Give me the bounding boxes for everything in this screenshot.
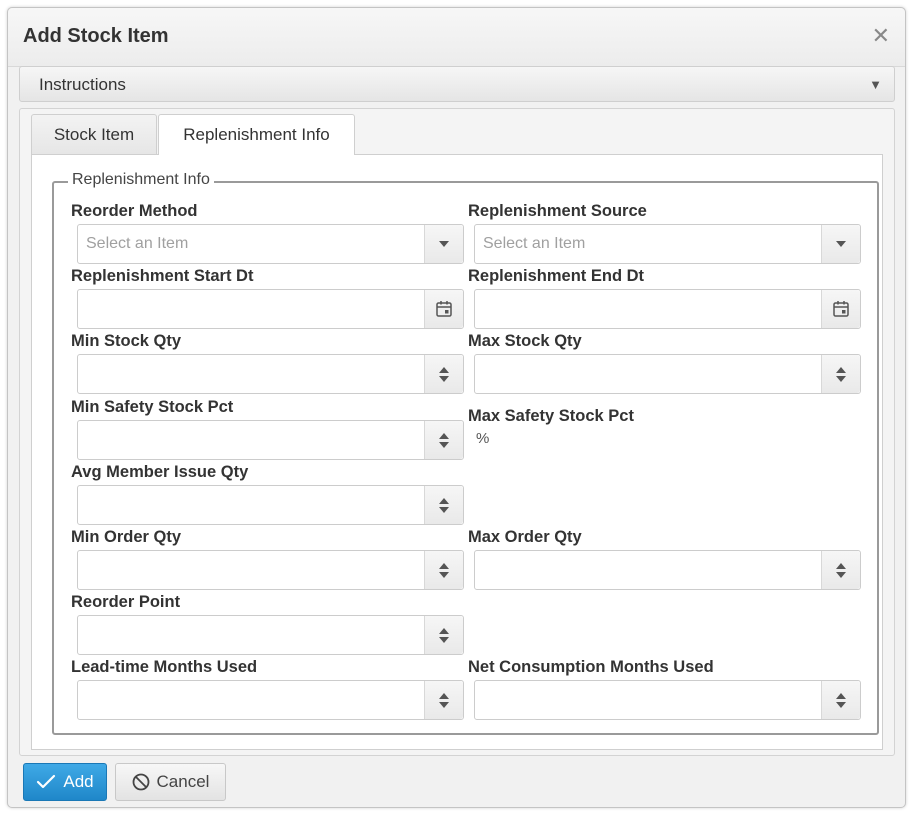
spin-up-icon (836, 562, 846, 569)
replenishment-start-dt-input[interactable] (78, 290, 423, 328)
add-button-label: Add (63, 772, 94, 791)
replenishment-start-dt-field[interactable] (77, 289, 464, 329)
replenishment-source-label: Replenishment Source (468, 202, 647, 220)
spin-up-icon (439, 627, 449, 634)
reorder-method-input[interactable] (78, 225, 423, 263)
fieldset-legend: Replenishment Info (68, 171, 214, 189)
lead-time-months-used-field[interactable] (77, 680, 464, 720)
min-order-qty-label: Min Order Qty (71, 528, 182, 546)
dialog-titlebar: Add Stock Item ✕ (8, 8, 905, 67)
calendar-button[interactable] (821, 290, 860, 328)
reorder-point-input[interactable] (78, 616, 423, 654)
tab-replenishment-info[interactable]: Replenishment Info (158, 114, 355, 155)
close-icon[interactable]: ✕ (872, 25, 890, 47)
lead-time-months-used-input[interactable] (78, 681, 423, 719)
spinner-button[interactable] (424, 486, 463, 524)
calendar-button[interactable] (424, 290, 463, 328)
spin-up-icon (439, 562, 449, 569)
spin-down-icon (439, 701, 449, 708)
min-order-qty-field[interactable] (77, 550, 464, 590)
lead-time-months-used-label: Lead-time Months Used (71, 658, 258, 676)
min-stock-qty-input[interactable] (78, 355, 423, 393)
min-order-qty-input[interactable] (78, 551, 423, 589)
spinner-button[interactable] (424, 681, 463, 719)
reorder-method-select[interactable] (77, 224, 464, 264)
add-button[interactable]: Add (23, 763, 107, 801)
cancel-button-label: Cancel (156, 772, 210, 791)
caret-down-icon: ▼ (869, 77, 882, 92)
min-safety-stock-pct-input[interactable] (78, 421, 423, 459)
spin-down-icon (439, 506, 449, 513)
check-icon (37, 774, 56, 789)
reorder-point-label: Reorder Point (71, 593, 181, 611)
spinner-button[interactable] (424, 551, 463, 589)
cancel-button[interactable]: Cancel (115, 763, 226, 801)
spin-down-icon (439, 375, 449, 382)
calendar-icon (833, 301, 849, 317)
max-order-qty-label: Max Order Qty (468, 528, 582, 546)
calendar-icon (436, 301, 452, 317)
spinner-button[interactable] (821, 551, 860, 589)
avg-member-issue-qty-field[interactable] (77, 485, 464, 525)
spin-down-icon (439, 571, 449, 578)
spin-down-icon (439, 636, 449, 643)
dropdown-button[interactable] (821, 225, 860, 263)
min-stock-qty-field[interactable] (77, 354, 464, 394)
chevron-down-icon (836, 241, 846, 247)
min-safety-stock-pct-label: Min Safety Stock Pct (71, 398, 234, 416)
spinner-button[interactable] (424, 355, 463, 393)
max-order-qty-field[interactable] (474, 550, 861, 590)
spin-up-icon (439, 497, 449, 504)
replenishment-end-dt-label: Replenishment End Dt (468, 267, 645, 285)
tab-stock-item[interactable]: Stock Item (31, 114, 157, 154)
net-consumption-months-used-input[interactable] (475, 681, 820, 719)
spin-up-icon (439, 432, 449, 439)
avg-member-issue-qty-input[interactable] (78, 486, 423, 524)
instructions-expander[interactable]: Instructions ▼ (19, 66, 895, 102)
tab-content: Replenishment Info Reorder Method Replen… (31, 154, 883, 750)
net-consumption-months-used-field[interactable] (474, 680, 861, 720)
max-stock-qty-field[interactable] (474, 354, 861, 394)
spin-down-icon (836, 571, 846, 578)
add-stock-item-dialog: Add Stock Item ✕ Instructions ▼ Stock It… (7, 7, 906, 808)
spinner-button[interactable] (424, 616, 463, 654)
max-stock-qty-label: Max Stock Qty (468, 332, 582, 350)
replenishment-info-fieldset: Replenishment Info Reorder Method Replen… (52, 171, 879, 735)
max-order-qty-input[interactable] (475, 551, 820, 589)
spin-down-icon (439, 441, 449, 448)
replenishment-start-dt-label: Replenishment Start Dt (71, 267, 254, 285)
reorder-point-field[interactable] (77, 615, 464, 655)
replenishment-end-dt-input[interactable] (475, 290, 820, 328)
spin-down-icon (836, 375, 846, 382)
spinner-button[interactable] (821, 355, 860, 393)
spin-up-icon (836, 366, 846, 373)
max-safety-stock-pct-label: Max Safety Stock Pct (468, 407, 634, 425)
min-safety-stock-pct-field[interactable] (77, 420, 464, 460)
replenishment-source-input[interactable] (475, 225, 820, 263)
spin-up-icon (836, 692, 846, 699)
tab-panel: Stock Item Replenishment Info Replenishm… (19, 108, 895, 756)
cancel-icon (132, 773, 149, 791)
replenishment-end-dt-field[interactable] (474, 289, 861, 329)
max-stock-qty-input[interactable] (475, 355, 820, 393)
instructions-label: Instructions (39, 75, 126, 94)
reorder-method-label: Reorder Method (71, 202, 198, 220)
dropdown-button[interactable] (424, 225, 463, 263)
net-consumption-months-used-label: Net Consumption Months Used (468, 658, 714, 676)
spinner-button[interactable] (821, 681, 860, 719)
replenishment-source-select[interactable] (474, 224, 861, 264)
spin-up-icon (439, 366, 449, 373)
spin-down-icon (836, 701, 846, 708)
spin-up-icon (439, 692, 449, 699)
spinner-button[interactable] (424, 421, 463, 459)
avg-member-issue-qty-label: Avg Member Issue Qty (71, 463, 249, 481)
dialog-title: Add Stock Item (23, 25, 169, 47)
chevron-down-icon (439, 241, 449, 247)
max-safety-stock-pct-value: % (476, 430, 490, 447)
min-stock-qty-label: Min Stock Qty (71, 332, 182, 350)
